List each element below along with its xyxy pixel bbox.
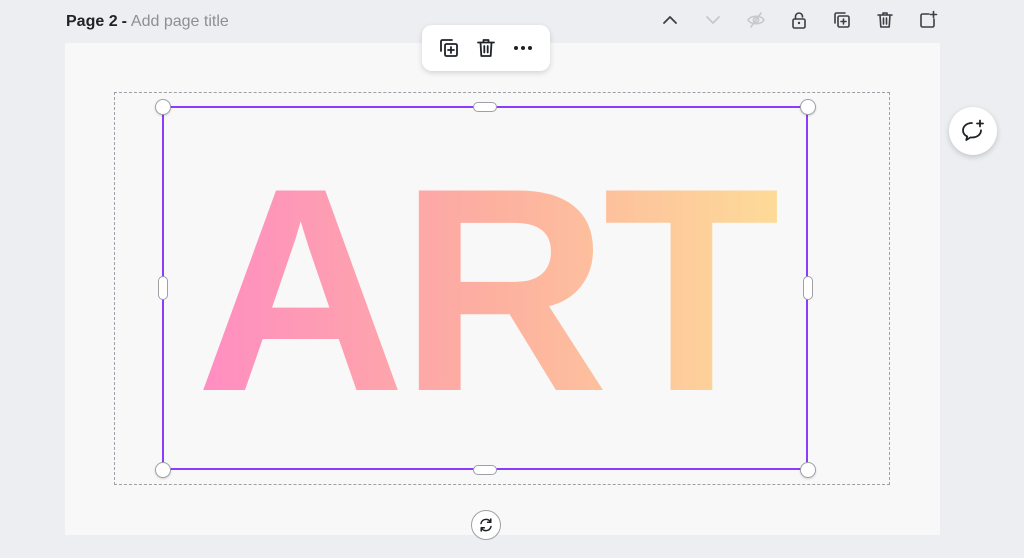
resize-handle-bottom[interactable]: [473, 465, 497, 475]
rotate-icon: [480, 518, 492, 532]
lock-icon: [792, 12, 806, 29]
duplicate-page-button[interactable]: [830, 8, 854, 32]
add-comment-button[interactable]: [949, 107, 997, 155]
move-page-up-button[interactable]: [658, 8, 682, 32]
resize-handle-top[interactable]: [473, 102, 497, 112]
add-comment-icon: [962, 119, 984, 141]
resize-handle-bottom-left[interactable]: [155, 462, 171, 478]
page-label: Page 2: [66, 13, 118, 30]
more-options-button[interactable]: [509, 34, 537, 62]
resize-handle-bottom-right[interactable]: [800, 462, 816, 478]
duplicate-element-button[interactable]: [435, 34, 463, 62]
trash-icon: [877, 12, 893, 28]
selection-box[interactable]: [162, 106, 808, 470]
resize-handle-right[interactable]: [803, 276, 813, 300]
element-floating-toolbar: [422, 25, 550, 71]
resize-handle-left[interactable]: [158, 276, 168, 300]
move-page-down-button[interactable]: [701, 8, 725, 32]
duplicate-icon: [439, 39, 458, 57]
duplicate-icon: [834, 12, 850, 28]
chevron-down-icon: [706, 16, 720, 24]
delete-element-button[interactable]: [472, 34, 500, 62]
rotate-handle[interactable]: [471, 510, 501, 540]
trash-icon: [477, 39, 495, 57]
hide-page-button[interactable]: [744, 8, 768, 32]
lock-page-button[interactable]: [787, 8, 811, 32]
page-actions: [658, 8, 940, 32]
chevron-up-icon: [663, 16, 677, 24]
eye-off-icon: [747, 12, 765, 28]
page-title-input[interactable]: Add page title: [131, 13, 229, 31]
more-horizontal-icon: [514, 46, 533, 50]
resize-handle-top-right[interactable]: [800, 99, 816, 115]
add-page-button[interactable]: [916, 8, 940, 32]
resize-handle-top-left[interactable]: [155, 99, 171, 115]
add-page-icon: [920, 10, 938, 28]
delete-page-button[interactable]: [873, 8, 897, 32]
page-label-separator: -: [121, 13, 127, 30]
page-header: Page 2 - Add page title: [66, 11, 229, 33]
